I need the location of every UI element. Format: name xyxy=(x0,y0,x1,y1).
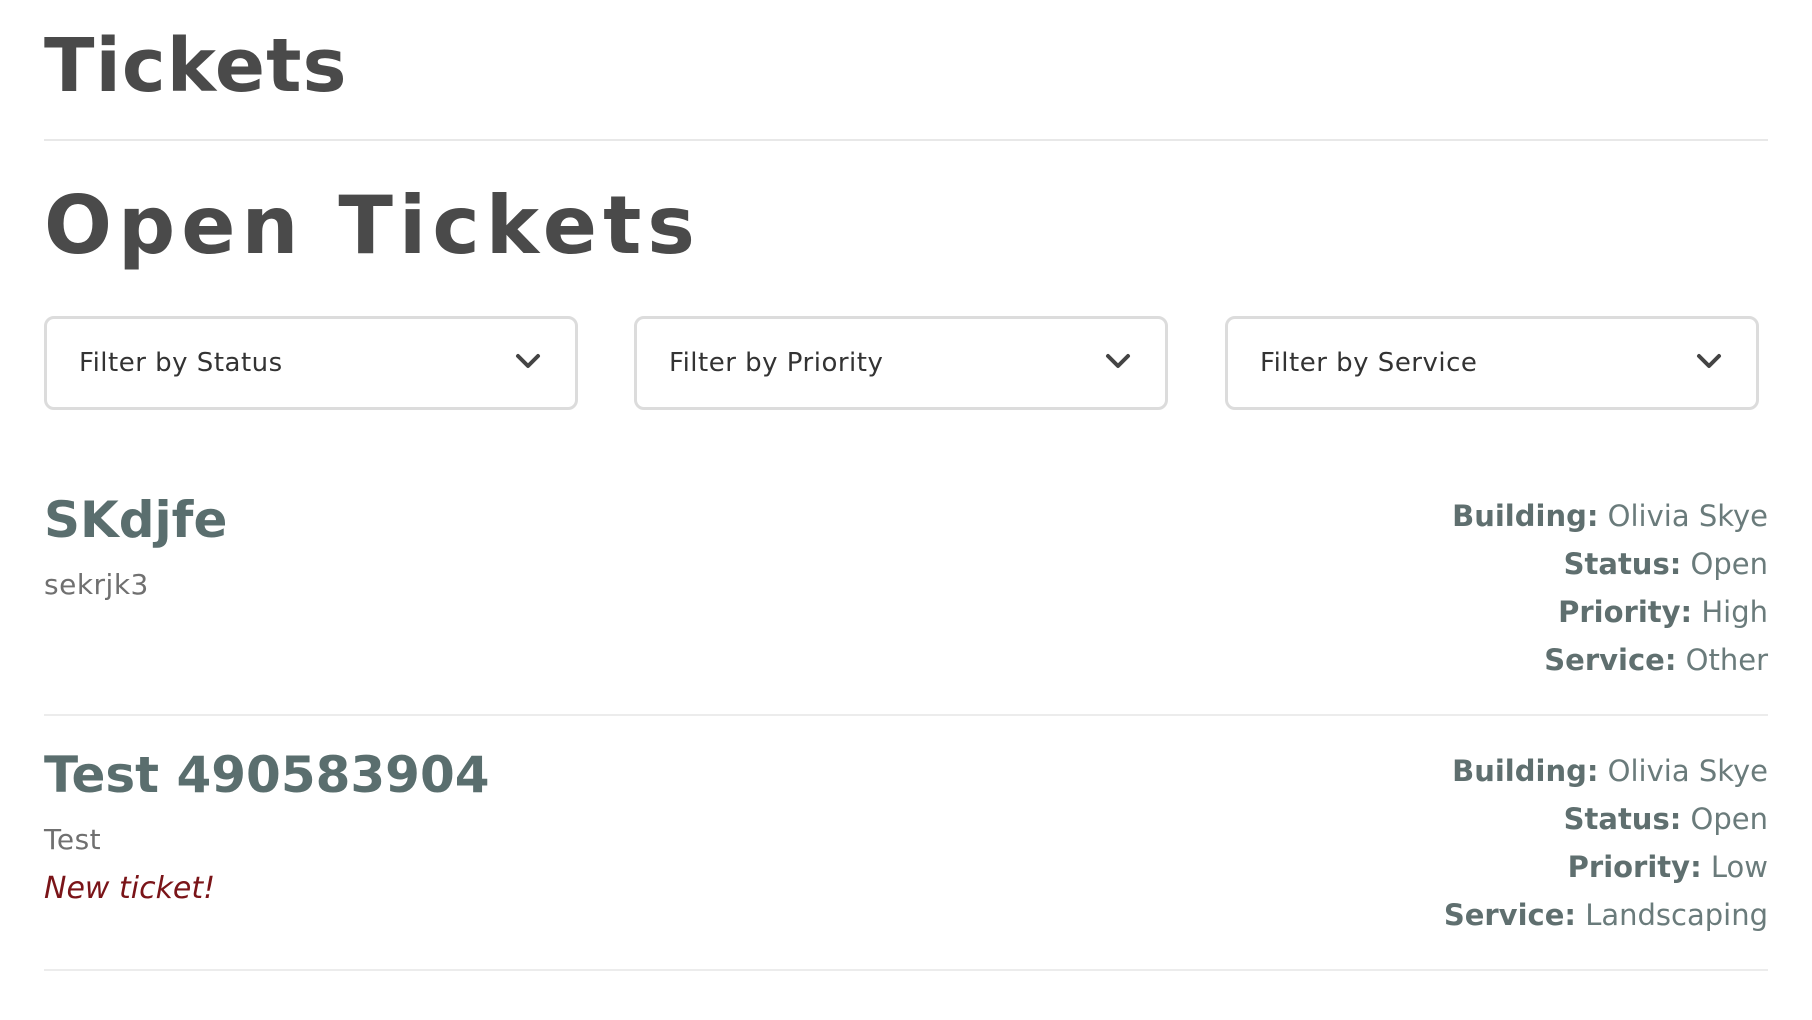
chevron-down-icon xyxy=(516,354,540,368)
ticket-status: Status: Open xyxy=(1452,540,1768,588)
ticket-priority: Priority: High xyxy=(1452,588,1768,636)
ticket-service: Service: Other xyxy=(1452,636,1768,684)
ticket-priority: Priority: Low xyxy=(1444,843,1768,891)
section-title: Open Tickets xyxy=(44,179,701,272)
ticket-service: Service: Landscaping xyxy=(1444,891,1768,939)
chevron-down-icon xyxy=(1697,354,1721,368)
filter-status-label: Filter by Status xyxy=(79,348,283,378)
filter-service-label: Filter by Service xyxy=(1260,348,1478,378)
filter-service-select[interactable]: Filter by Service xyxy=(1225,316,1759,410)
filter-priority-select[interactable]: Filter by Priority xyxy=(634,316,1168,410)
tickets-page: Tickets Open Tickets Filter by Status Fi… xyxy=(0,0,1812,1020)
ticket-meta: Building: Olivia Skye Status: Open Prior… xyxy=(1452,492,1768,684)
service-value: Other xyxy=(1685,643,1768,677)
status-value: Open xyxy=(1690,547,1768,581)
priority-label: Priority: xyxy=(1567,850,1702,884)
page-title: Tickets xyxy=(44,23,348,109)
ticket-description: Test xyxy=(44,823,102,856)
building-label: Building: xyxy=(1452,754,1599,788)
ticket-meta: Building: Olivia Skye Status: Open Prior… xyxy=(1444,747,1768,939)
filter-status-select[interactable]: Filter by Status xyxy=(44,316,578,410)
ticket-item[interactable]: Test 490583904 Test New ticket! Building… xyxy=(44,745,1768,977)
priority-label: Priority: xyxy=(1558,595,1693,629)
service-value: Landscaping xyxy=(1585,898,1768,932)
ticket-divider xyxy=(44,969,1768,971)
status-value: Open xyxy=(1690,802,1768,836)
priority-value: Low xyxy=(1710,850,1768,884)
ticket-title[interactable]: Test 490583904 xyxy=(44,745,490,805)
ticket-title[interactable]: SKdjfe xyxy=(44,490,227,550)
building-value: Olivia Skye xyxy=(1607,499,1768,533)
title-divider xyxy=(44,139,1768,141)
ticket-item[interactable]: SKdjfe sekrjk3 Building: Olivia Skye Sta… xyxy=(44,490,1768,722)
priority-value: High xyxy=(1701,595,1768,629)
building-label: Building: xyxy=(1452,499,1599,533)
ticket-status: Status: Open xyxy=(1444,795,1768,843)
status-label: Status: xyxy=(1563,547,1682,581)
service-label: Service: xyxy=(1544,643,1677,677)
building-value: Olivia Skye xyxy=(1607,754,1768,788)
status-label: Status: xyxy=(1563,802,1682,836)
chevron-down-icon xyxy=(1106,354,1130,368)
ticket-building: Building: Olivia Skye xyxy=(1444,747,1768,795)
ticket-description: sekrjk3 xyxy=(44,568,149,601)
service-label: Service: xyxy=(1443,898,1576,932)
new-ticket-badge: New ticket! xyxy=(44,871,216,906)
ticket-building: Building: Olivia Skye xyxy=(1452,492,1768,540)
ticket-divider xyxy=(44,714,1768,716)
filter-priority-label: Filter by Priority xyxy=(669,348,884,378)
